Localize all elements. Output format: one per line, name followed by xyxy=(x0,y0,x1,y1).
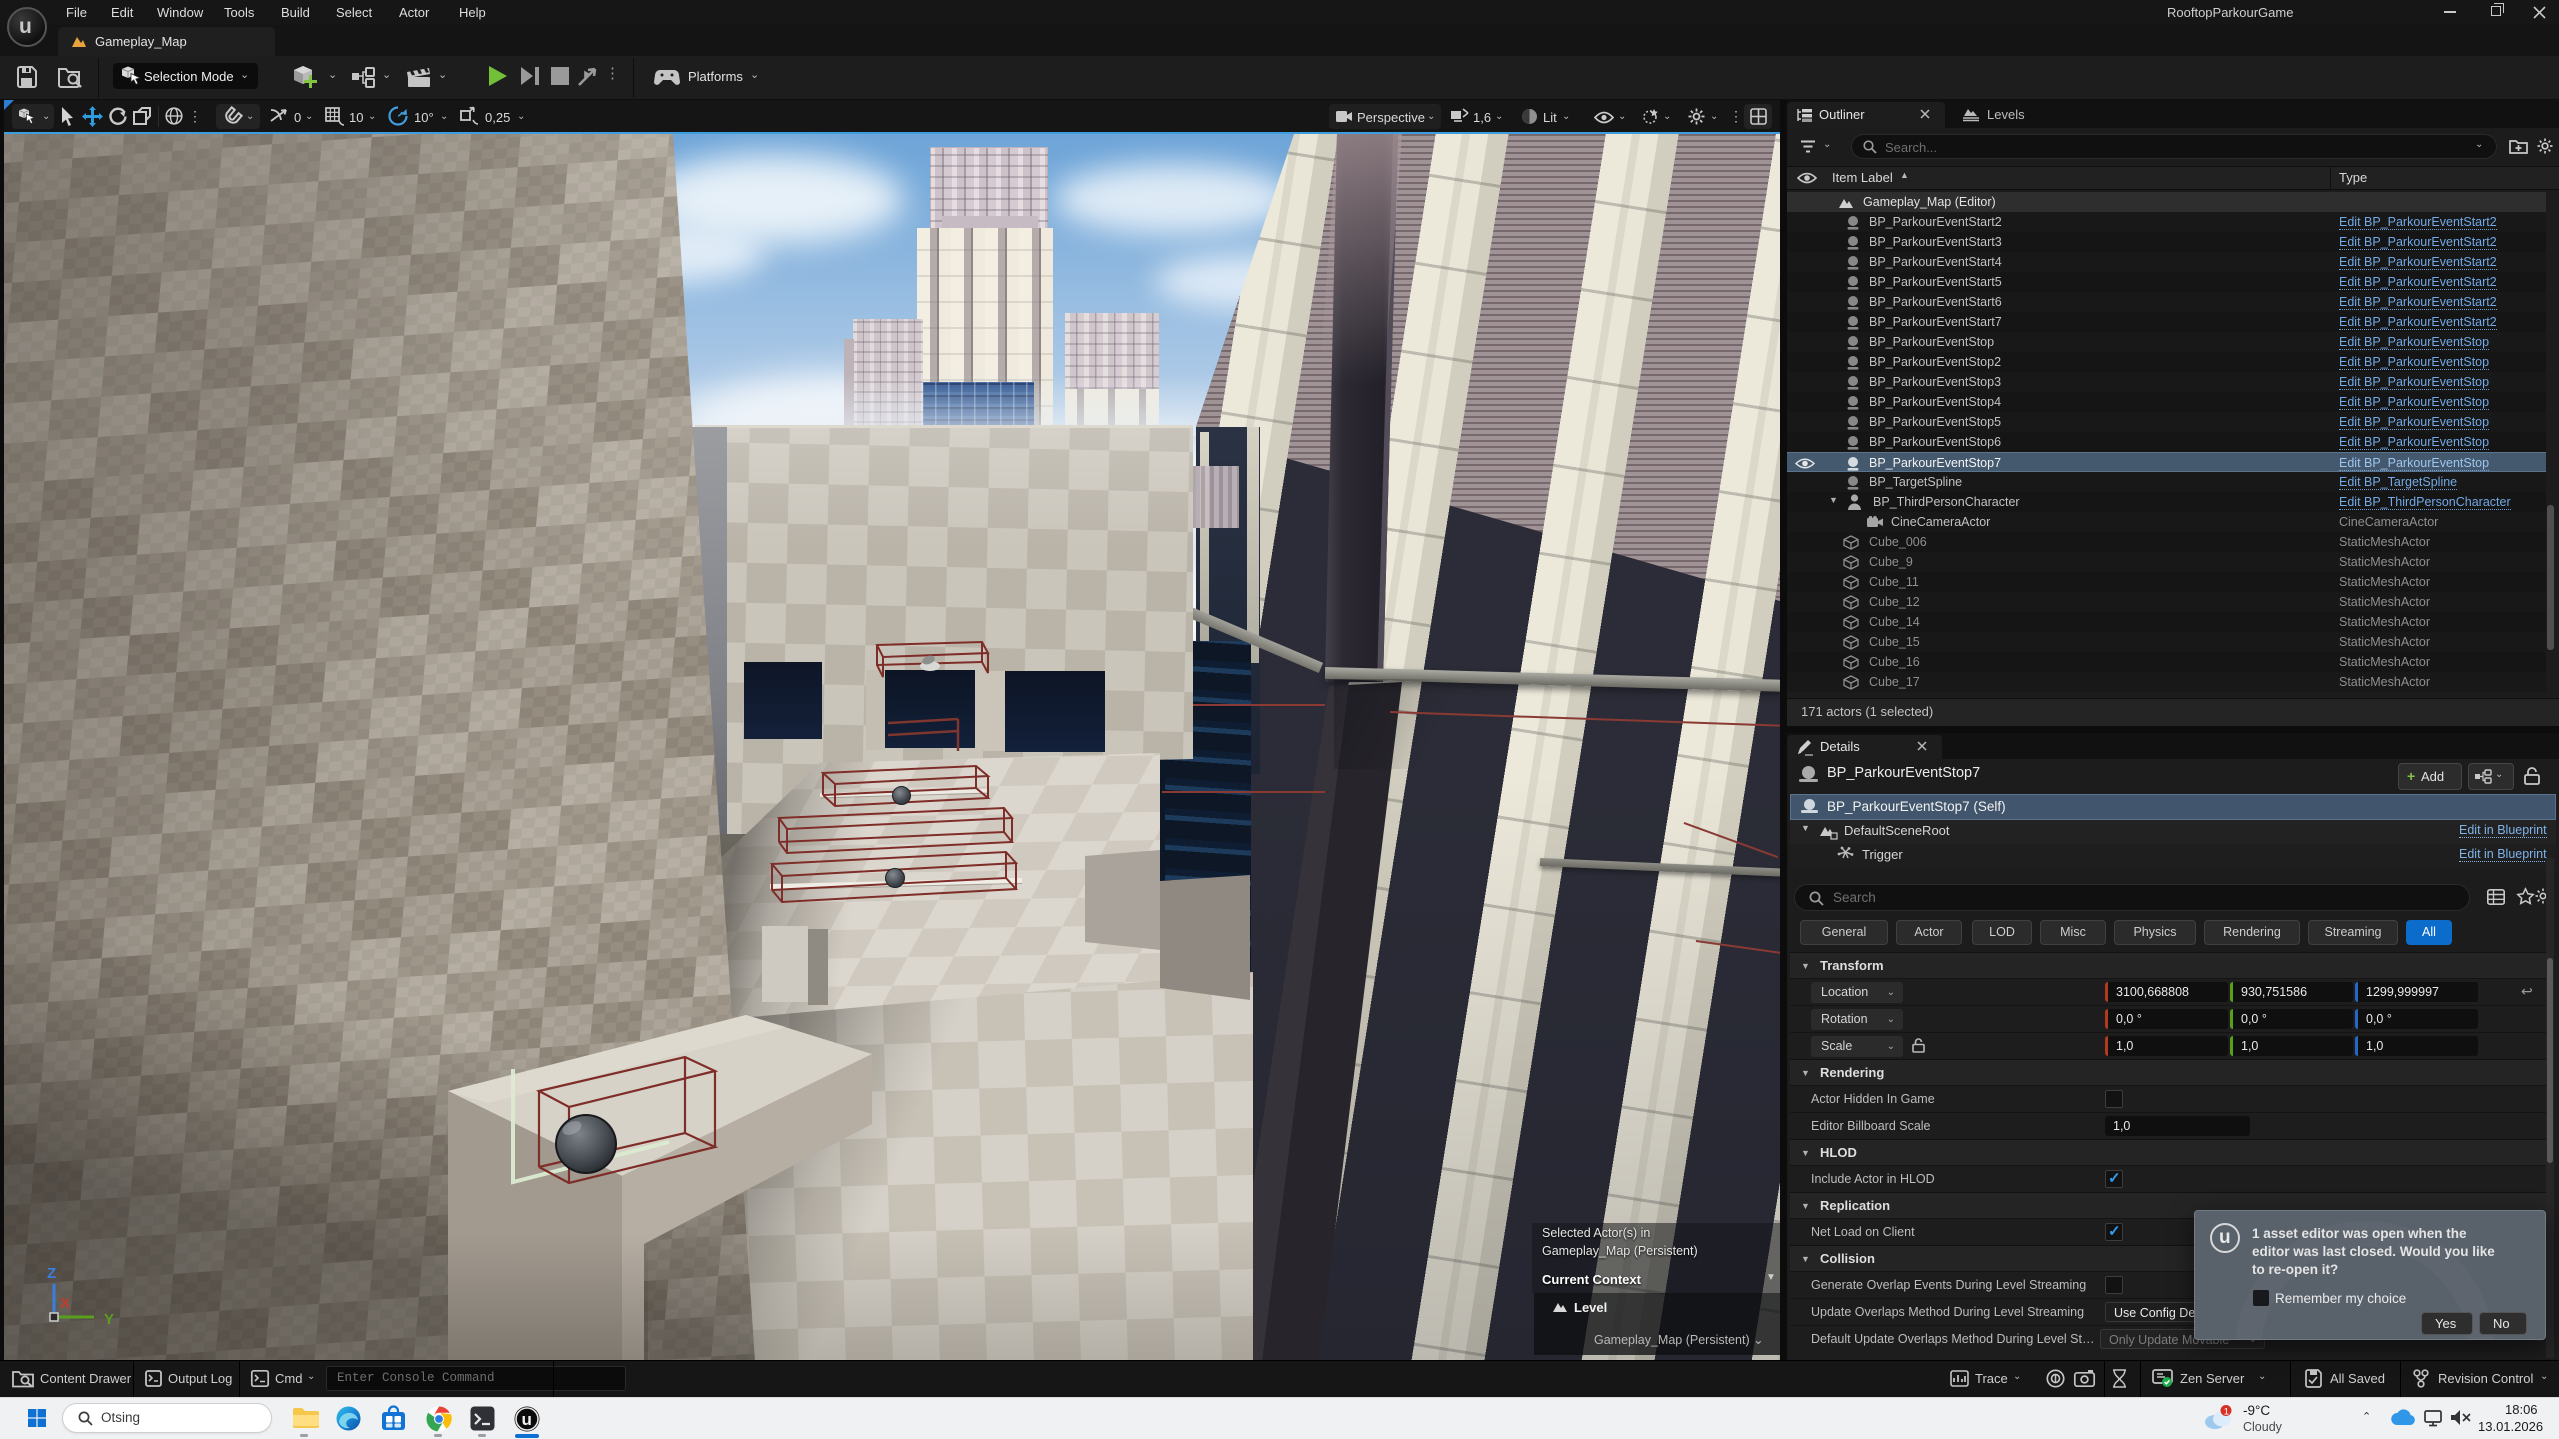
svg-text:X: X xyxy=(60,1295,70,1312)
svg-text:Y: Y xyxy=(104,1311,114,1328)
svg-text:1: 1 xyxy=(2224,1407,2229,1418)
svg-text:Z: Z xyxy=(47,1265,56,1282)
svg-text:u: u xyxy=(522,1410,532,1429)
